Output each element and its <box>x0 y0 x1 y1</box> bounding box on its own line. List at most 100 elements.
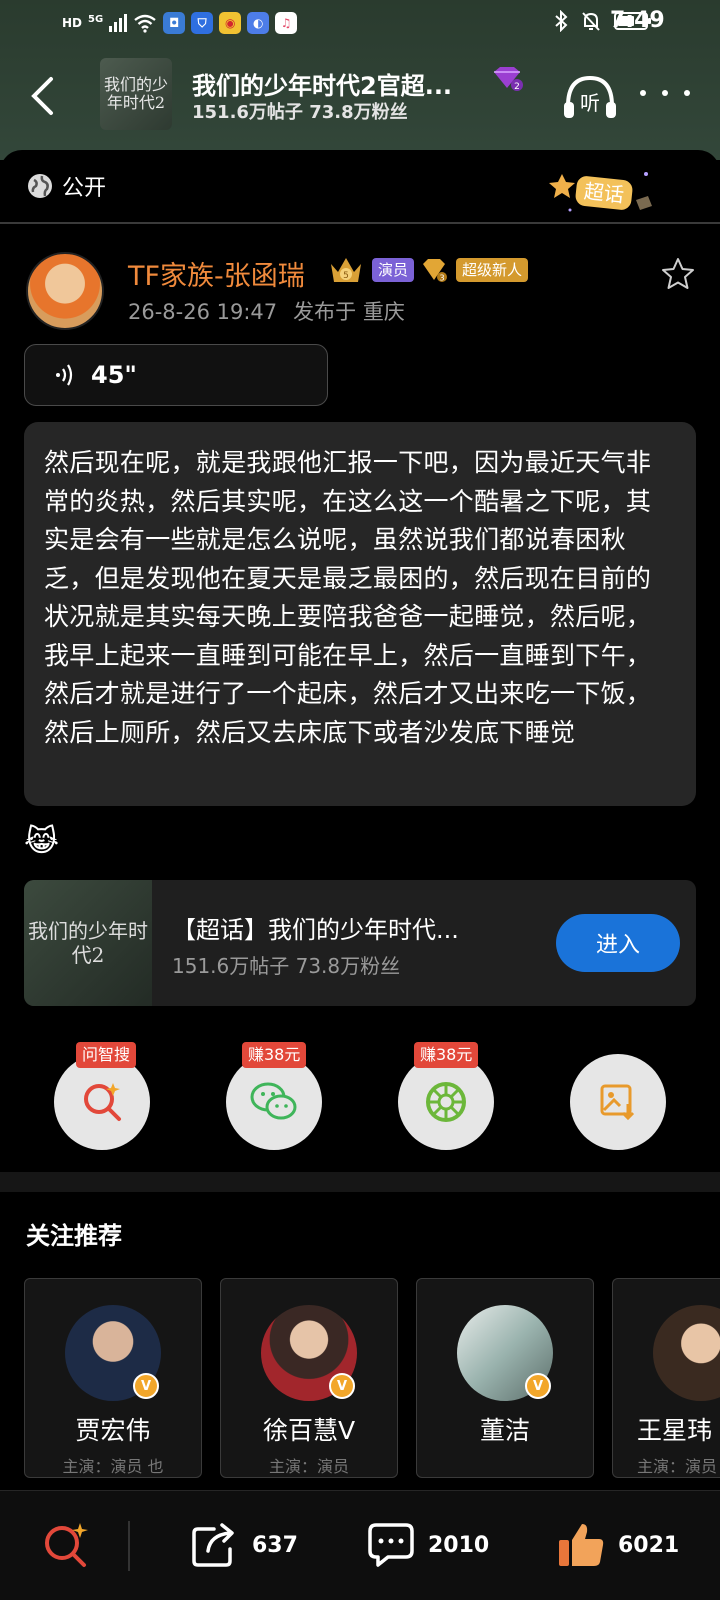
topic-title[interactable]: 我们的少年时代2官超... <box>192 66 452 101</box>
wechat-reward-tag: 赚38元 <box>242 1042 307 1068</box>
svg-text:3: 3 <box>439 274 444 283</box>
mute-bell-icon <box>582 12 600 31</box>
recommend-user-desc: 主演：演员 也 <box>62 1457 164 1476</box>
enter-topic-button[interactable]: 进入 <box>556 914 680 972</box>
comment-bubble-icon <box>368 1523 414 1567</box>
topic-avatar-text: 我们的少年时代2 <box>103 75 168 112</box>
wechat-icon <box>250 1082 297 1120</box>
svg-text:5: 5 <box>343 271 349 281</box>
smart-search-icon <box>84 1083 121 1121</box>
browser-app-icon: ◐ <box>247 12 270 34</box>
topic-card-stats: 151.6万帖子 73.8万粉丝 <box>172 954 401 978</box>
post-location: 发布于 重庆 <box>293 300 405 324</box>
crown-badge-icon: 5 <box>331 258 361 282</box>
listen-label: 听 <box>580 91 600 115</box>
save-image-button[interactable] <box>570 1054 666 1150</box>
recommend-user-card[interactable]: V 董洁 <box>416 1278 594 1478</box>
smart-search-share-button[interactable]: 问智搜 <box>54 1042 150 1150</box>
comment-count: 2010 <box>428 1532 490 1558</box>
clock: 7:49 <box>610 8 665 33</box>
bluetooth-icon <box>555 10 568 32</box>
thumbs-up-icon <box>559 1524 604 1566</box>
author-name[interactable]: TF家族-张函瑞 <box>128 254 305 293</box>
save-image-icon <box>600 1084 635 1121</box>
voice-message-player[interactable]: 45" <box>24 344 328 406</box>
chevron-left-icon <box>31 77 53 115</box>
dot-icon <box>640 90 646 96</box>
section-separator <box>0 1172 720 1192</box>
visibility-label: 公开 <box>62 176 107 201</box>
actor-tag: 演员 <box>372 258 415 282</box>
recommend-user-name[interactable]: 王星玮 <box>613 1411 720 1447</box>
super-topic-badge-label: 超话 <box>583 179 625 207</box>
dot-icon <box>662 90 668 96</box>
app-notification-icon: ◘ <box>163 12 186 34</box>
status-bar: HD 5G ◘ ⛉ ◉ ◐ ♫ 7:49 <box>0 0 720 48</box>
topic-avatar[interactable]: 我们的少年时代2 <box>100 58 172 130</box>
repost-button[interactable]: 637 <box>190 1517 298 1573</box>
weibo-app-icon: ◉ <box>219 12 242 34</box>
verified-v-icon: V <box>133 1373 159 1399</box>
music-app-icon: ♫ <box>275 12 298 34</box>
dot-icon <box>684 90 690 96</box>
visibility-indicator: 公开 <box>26 170 106 202</box>
moments-reward-tag: 赚38元 <box>414 1042 479 1068</box>
status-left: HD 5G ◘ ⛉ ◉ ◐ ♫ <box>62 12 298 34</box>
recommend-user-avatar[interactable] <box>653 1305 720 1401</box>
favorite-star-icon[interactable] <box>660 256 696 292</box>
headphones-icon: 听 <box>564 75 616 118</box>
recommend-user-desc: 主演：演员 <box>268 1457 349 1476</box>
topic-card-thumb-text: 我们的少年时代2 <box>28 919 148 967</box>
back-button[interactable] <box>22 70 62 122</box>
voice-duration: 45" <box>91 361 137 389</box>
recommend-user-name[interactable]: 董洁 <box>417 1411 593 1447</box>
share-arrow-icon <box>192 1523 234 1567</box>
moments-share-button[interactable]: 赚38元 <box>398 1042 494 1150</box>
gold-diamond-icon: 3 <box>423 259 447 283</box>
super-newbie-tag: 超级新人 <box>456 258 529 282</box>
topic-header: 我们的少年时代2 我们的少年时代2官超... 2 151.6万帖子 73.8万粉… <box>0 52 720 140</box>
post-timestamp: 26-8-26 19:47 <box>128 300 278 324</box>
more-options-button[interactable] <box>640 78 690 108</box>
sound-wave-icon <box>56 364 73 386</box>
hd-indicator: HD <box>62 16 83 30</box>
recommend-user-name[interactable]: 贾宏伟 <box>25 1411 201 1447</box>
wifi-icon <box>134 14 156 33</box>
like-count: 6021 <box>618 1532 680 1558</box>
bottom-action-bar: 637 2010 6021 <box>0 1490 720 1600</box>
voice-transcript: 然后现在呢，就是我跟他汇报一下吧，因为最近天气非常的炎热，然后其实呢，在这么这一… <box>24 422 696 806</box>
moments-icon <box>426 1082 466 1122</box>
smart-search-tag: 问智搜 <box>76 1042 137 1068</box>
recommend-user-name[interactable]: 徐百慧V <box>221 1411 397 1447</box>
topic-card-title: 【超话】我们的少年时代... <box>172 916 459 944</box>
super-topic-badge-icon: 超话 <box>549 172 652 212</box>
comment-button[interactable]: 2010 <box>366 1517 489 1573</box>
globe-icon <box>28 174 52 198</box>
wechat-share-button[interactable]: 赚38元 <box>226 1042 322 1150</box>
verified-v-icon: V <box>329 1373 355 1399</box>
repost-count: 637 <box>252 1532 298 1558</box>
verified-v-icon: V <box>525 1373 551 1399</box>
bottom-bar-separator <box>128 1521 130 1571</box>
emoji-cat-laughing: 😹 <box>24 824 60 859</box>
recommend-user-card[interactable]: V 徐百慧V 主演：演员 <box>220 1278 398 1478</box>
shield-app-icon: ⛉ <box>191 12 214 34</box>
recommend-user-card[interactable]: 王星玮 主演：演员 <box>612 1278 720 1478</box>
super-topic-card[interactable]: 我们的少年时代2 【超话】我们的少年时代... 151.6万帖子 73.8万粉丝… <box>24 880 696 1006</box>
listen-button[interactable]: 听 <box>562 72 618 122</box>
author-avatar[interactable] <box>26 252 104 330</box>
post-meta: 26-8-26 19:47 发布于 重庆 <box>128 296 405 326</box>
post-sheet: 公开 超话 TF家族-张函瑞 5 演员 3 超级新人 26-8-26 19:47… <box>0 150 720 1600</box>
diamond-level-icon: 2 <box>494 67 523 92</box>
smart-search-icon[interactable] <box>40 1519 92 1571</box>
like-button[interactable]: 6021 <box>556 1517 679 1573</box>
svg-text:2: 2 <box>514 82 520 92</box>
recommend-user-desc: 主演：演员 <box>637 1457 718 1476</box>
follow-recommendation-title: 关注推荐 <box>26 1222 122 1250</box>
recommend-user-card[interactable]: V 贾宏伟 主演：演员 也 <box>24 1278 202 1478</box>
header-divider <box>0 222 720 224</box>
signal-icon <box>109 14 128 32</box>
topic-stats: 151.6万帖子 73.8万粉丝 <box>192 102 408 123</box>
topic-card-thumbnail: 我们的少年时代2 <box>24 880 152 1006</box>
network-type-indicator: 5G <box>88 13 104 25</box>
